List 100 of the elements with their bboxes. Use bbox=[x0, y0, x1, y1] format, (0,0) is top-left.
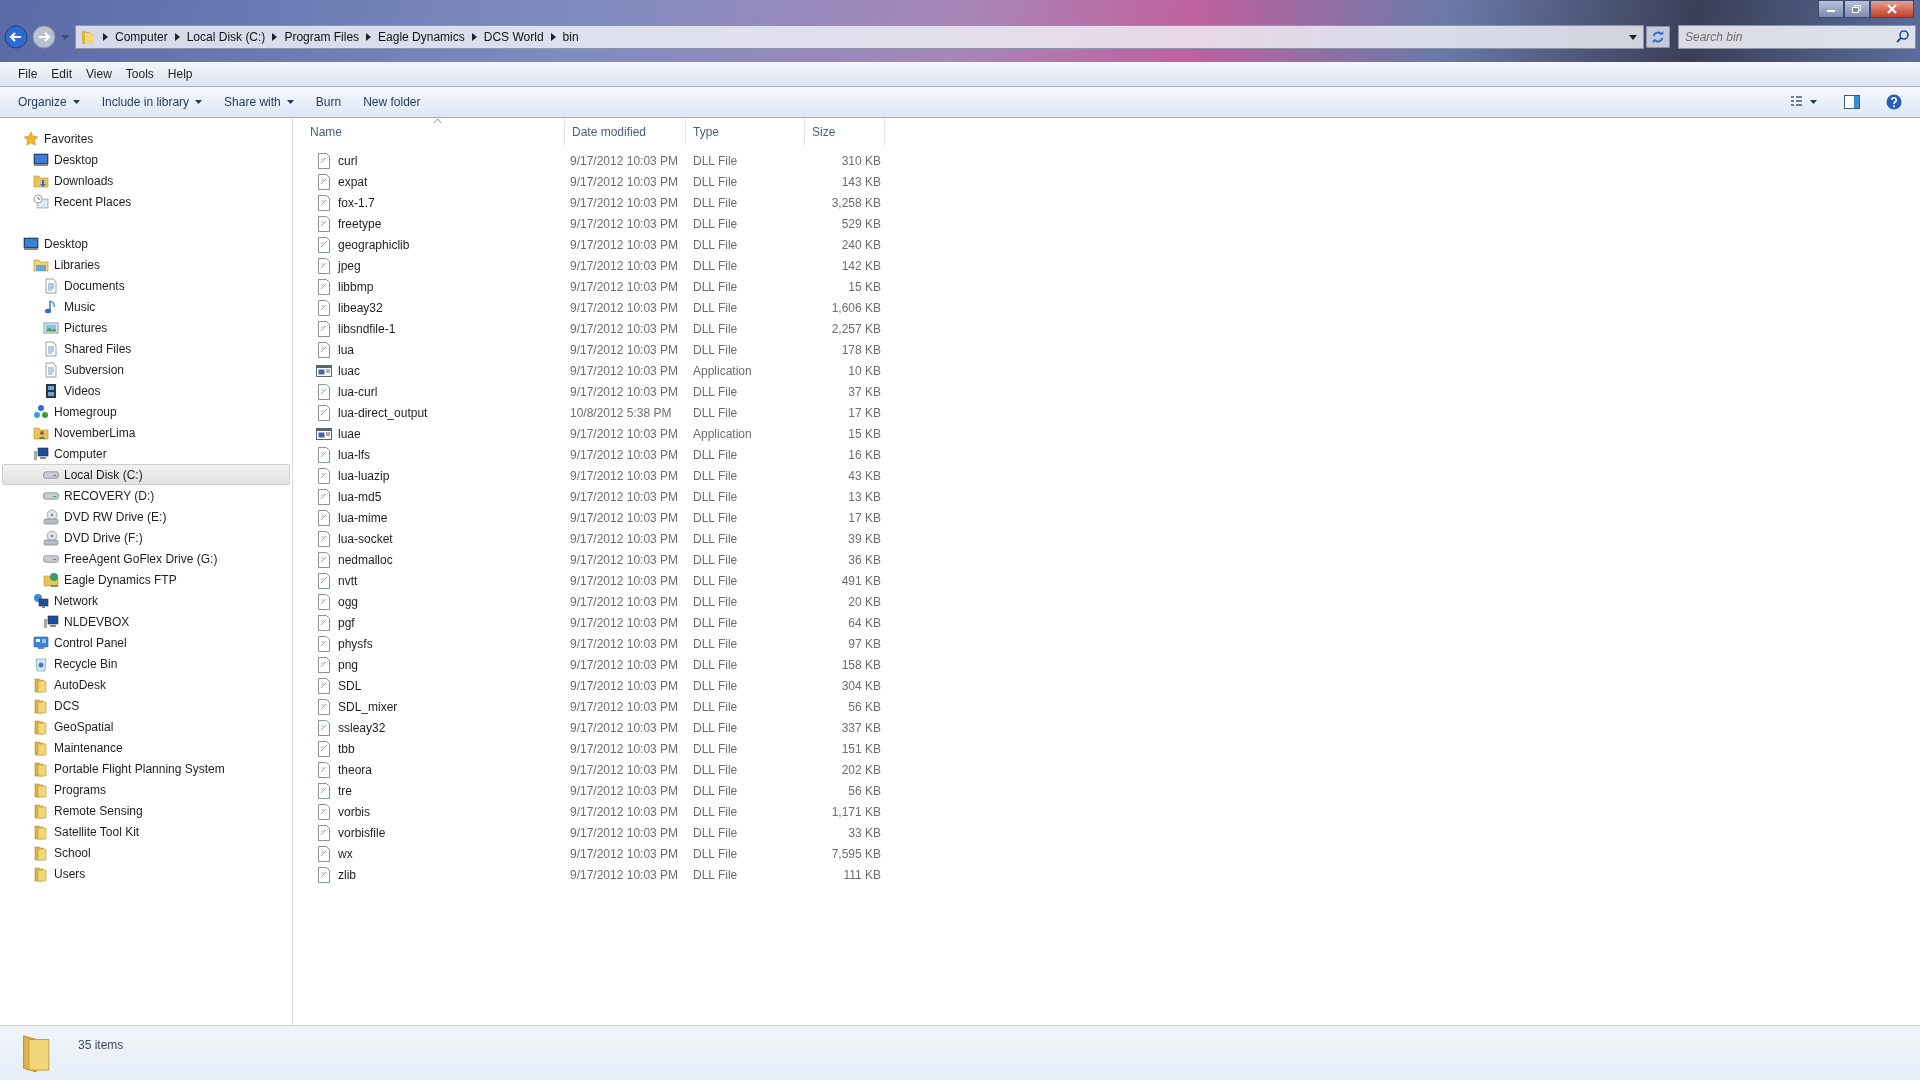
column-header[interactable]: Date modified bbox=[565, 118, 686, 146]
toolbar-button[interactable]: New folder bbox=[355, 91, 429, 113]
column-header[interactable]: Name bbox=[303, 118, 565, 146]
file-row[interactable]: pgf 9/17/2012 10:03 PM DLL File 64 KB bbox=[293, 612, 1920, 633]
file-row[interactable]: expat 9/17/2012 10:03 PM DLL File 143 KB bbox=[293, 171, 1920, 192]
toolbar-button[interactable]: Burn bbox=[307, 91, 350, 113]
tree-item[interactable]: Recent Places bbox=[2, 191, 290, 212]
file-row[interactable]: jpeg 9/17/2012 10:03 PM DLL File 142 KB bbox=[293, 255, 1920, 276]
tree-item[interactable]: Control Panel bbox=[2, 632, 290, 653]
tree-item[interactable]: Local Disk (C:) bbox=[2, 464, 290, 485]
tree-item[interactable]: Network bbox=[2, 590, 290, 611]
tree-item[interactable]: Remote Sensing bbox=[2, 800, 290, 821]
file-row[interactable]: lua-lfs 9/17/2012 10:03 PM DLL File 16 KB bbox=[293, 444, 1920, 465]
file-row[interactable]: nedmalloc 9/17/2012 10:03 PM DLL File 36 KB bbox=[293, 549, 1920, 570]
tree-item[interactable]: Pictures bbox=[2, 317, 290, 338]
file-row[interactable]: tbb 9/17/2012 10:03 PM DLL File 151 KB bbox=[293, 738, 1920, 759]
toolbar-button[interactable]: Include in library bbox=[93, 91, 211, 113]
tree-item[interactable]: Users bbox=[2, 863, 290, 884]
breadcrumb[interactable]: DCS World bbox=[483, 30, 544, 44]
breadcrumb[interactable]: Computer bbox=[115, 30, 168, 44]
tree-item[interactable]: NovemberLima bbox=[2, 422, 290, 443]
file-row[interactable]: luae 9/17/2012 10:03 PM Application 15 KB bbox=[293, 423, 1920, 444]
file-row[interactable]: zlib 9/17/2012 10:03 PM DLL File 111 KB bbox=[293, 864, 1920, 885]
breadcrumb[interactable]: Program Files bbox=[284, 30, 360, 44]
file-row[interactable]: wx 9/17/2012 10:03 PM DLL File 7,595 KB bbox=[293, 843, 1920, 864]
tree-item[interactable]: Portable Flight Planning System bbox=[2, 758, 290, 779]
tree-item[interactable]: GeoSpatial bbox=[2, 716, 290, 737]
tree-item[interactable]: Shared Files bbox=[2, 338, 290, 359]
tree-item[interactable]: Maintenance bbox=[2, 737, 290, 758]
tree-item[interactable]: RECOVERY (D:) bbox=[2, 485, 290, 506]
menu-item[interactable]: Help bbox=[161, 65, 199, 83]
file-row[interactable]: curl 9/17/2012 10:03 PM DLL File 310 KB bbox=[293, 150, 1920, 171]
column-header[interactable]: Size bbox=[805, 118, 885, 146]
tree-item[interactable]: Recycle Bin bbox=[2, 653, 290, 674]
tree-item[interactable]: AutoDesk bbox=[2, 674, 290, 695]
menu-item[interactable]: Tools bbox=[119, 65, 160, 83]
tree-item[interactable]: Libraries bbox=[2, 254, 290, 275]
forward-button[interactable] bbox=[31, 24, 57, 50]
file-row[interactable]: ogg 9/17/2012 10:03 PM DLL File 20 KB bbox=[293, 591, 1920, 612]
file-row[interactable]: vorbis 9/17/2012 10:03 PM DLL File 1,171 KB bbox=[293, 801, 1920, 822]
tree-item[interactable]: Music bbox=[2, 296, 290, 317]
tree-item[interactable]: NLDEVBOX bbox=[2, 611, 290, 632]
menu-item[interactable]: View bbox=[80, 65, 118, 83]
file-row[interactable]: nvtt 9/17/2012 10:03 PM DLL File 491 KB bbox=[293, 570, 1920, 591]
tree-item[interactable]: Programs bbox=[2, 779, 290, 800]
file-row[interactable]: lua-md5 9/17/2012 10:03 PM DLL File 13 KB bbox=[293, 486, 1920, 507]
back-button[interactable] bbox=[3, 24, 29, 50]
tree-item[interactable]: DVD RW Drive (E:) bbox=[2, 506, 290, 527]
tree-item[interactable]: Eagle Dynamics FTP bbox=[2, 569, 290, 590]
tree-item[interactable]: Documents bbox=[2, 275, 290, 296]
file-row[interactable]: SDL_mixer 9/17/2012 10:03 PM DLL File 56 KB bbox=[293, 696, 1920, 717]
file-row[interactable]: geographiclib 9/17/2012 10:03 PM DLL File 240 KB bbox=[293, 234, 1920, 255]
file-row[interactable]: physfs 9/17/2012 10:03 PM DLL File 97 KB bbox=[293, 633, 1920, 654]
file-row[interactable]: png 9/17/2012 10:03 PM DLL File 158 KB bbox=[293, 654, 1920, 675]
menu-item[interactable]: Edit bbox=[45, 65, 79, 83]
file-row[interactable]: libeay32 9/17/2012 10:03 PM DLL File 1,606 KB bbox=[293, 297, 1920, 318]
column-header[interactable]: Type bbox=[686, 118, 805, 146]
file-row[interactable]: lua-socket 9/17/2012 10:03 PM DLL File 39 KB bbox=[293, 528, 1920, 549]
file-row[interactable]: lua-luazip 9/17/2012 10:03 PM DLL File 43 KB bbox=[293, 465, 1920, 486]
address-bar[interactable]: Computer Local Disk (C:) Program Files Eagle Dynamics DCS World bin bbox=[75, 25, 1644, 49]
file-row[interactable]: tre 9/17/2012 10:03 PM DLL File 56 KB bbox=[293, 780, 1920, 801]
refresh-button[interactable] bbox=[1646, 26, 1670, 48]
menu-item[interactable]: File bbox=[12, 65, 44, 83]
close-button[interactable] bbox=[1870, 0, 1914, 18]
breadcrumb[interactable]: bin bbox=[562, 30, 579, 44]
tree-item[interactable]: DVD Drive (F:) bbox=[2, 527, 290, 548]
toolbar-button[interactable]: Share with bbox=[216, 91, 302, 113]
restore-button[interactable] bbox=[1844, 0, 1870, 18]
minimize-button[interactable] bbox=[1818, 0, 1844, 18]
dropdown-caret-icon[interactable] bbox=[1629, 34, 1637, 40]
file-row[interactable]: fox-1.7 9/17/2012 10:03 PM DLL File 3,258 KB bbox=[293, 192, 1920, 213]
tree-item[interactable]: Computer bbox=[2, 443, 290, 464]
breadcrumb[interactable]: Eagle Dynamics bbox=[378, 30, 465, 44]
file-row[interactable]: lua-curl 9/17/2012 10:03 PM DLL File 37 KB bbox=[293, 381, 1920, 402]
tree-item[interactable]: Desktop bbox=[2, 149, 290, 170]
search-field[interactable]: Search bin bbox=[1678, 25, 1916, 49]
file-row[interactable]: lua 9/17/2012 10:03 PM DLL File 178 KB bbox=[293, 339, 1920, 360]
breadcrumb[interactable]: Local Disk (C:) bbox=[186, 30, 266, 44]
file-row[interactable]: freetype 9/17/2012 10:03 PM DLL File 529 KB bbox=[293, 213, 1920, 234]
tree-item[interactable]: Favorites bbox=[2, 128, 290, 149]
tree-item[interactable]: Downloads bbox=[2, 170, 290, 191]
file-row[interactable]: vorbisfile 9/17/2012 10:03 PM DLL File 33 KB bbox=[293, 822, 1920, 843]
file-row[interactable]: luac 9/17/2012 10:03 PM Application 10 KB bbox=[293, 360, 1920, 381]
toolbar-button[interactable]: Organize bbox=[10, 91, 88, 113]
file-row[interactable]: lua-direct_output 10/8/2012 5:38 PM DLL File 17 KB bbox=[293, 402, 1920, 423]
file-row[interactable]: SDL 9/17/2012 10:03 PM DLL File 304 KB bbox=[293, 675, 1920, 696]
tree-item[interactable]: Videos bbox=[2, 380, 290, 401]
tree-item[interactable]: Subversion bbox=[2, 359, 290, 380]
tree-item[interactable]: School bbox=[2, 842, 290, 863]
tree-item[interactable]: Homegroup bbox=[2, 401, 290, 422]
tree-item[interactable]: DCS bbox=[2, 695, 290, 716]
file-row[interactable]: libsndfile-1 9/17/2012 10:03 PM DLL File 2,257 KB bbox=[293, 318, 1920, 339]
tree-item[interactable]: Satellite Tool Kit bbox=[2, 821, 290, 842]
file-row[interactable]: theora 9/17/2012 10:03 PM DLL File 202 KB bbox=[293, 759, 1920, 780]
file-row[interactable]: libbmp 9/17/2012 10:03 PM DLL File 15 KB bbox=[293, 276, 1920, 297]
file-row[interactable]: ssleay32 9/17/2012 10:03 PM DLL File 337 KB bbox=[293, 717, 1920, 738]
file-row[interactable]: lua-mime 9/17/2012 10:03 PM DLL File 17 KB bbox=[293, 507, 1920, 528]
tree-item[interactable]: Desktop bbox=[2, 233, 290, 254]
tree-item[interactable]: FreeAgent GoFlex Drive (G:) bbox=[2, 548, 290, 569]
file-type: DLL File bbox=[692, 846, 739, 861]
